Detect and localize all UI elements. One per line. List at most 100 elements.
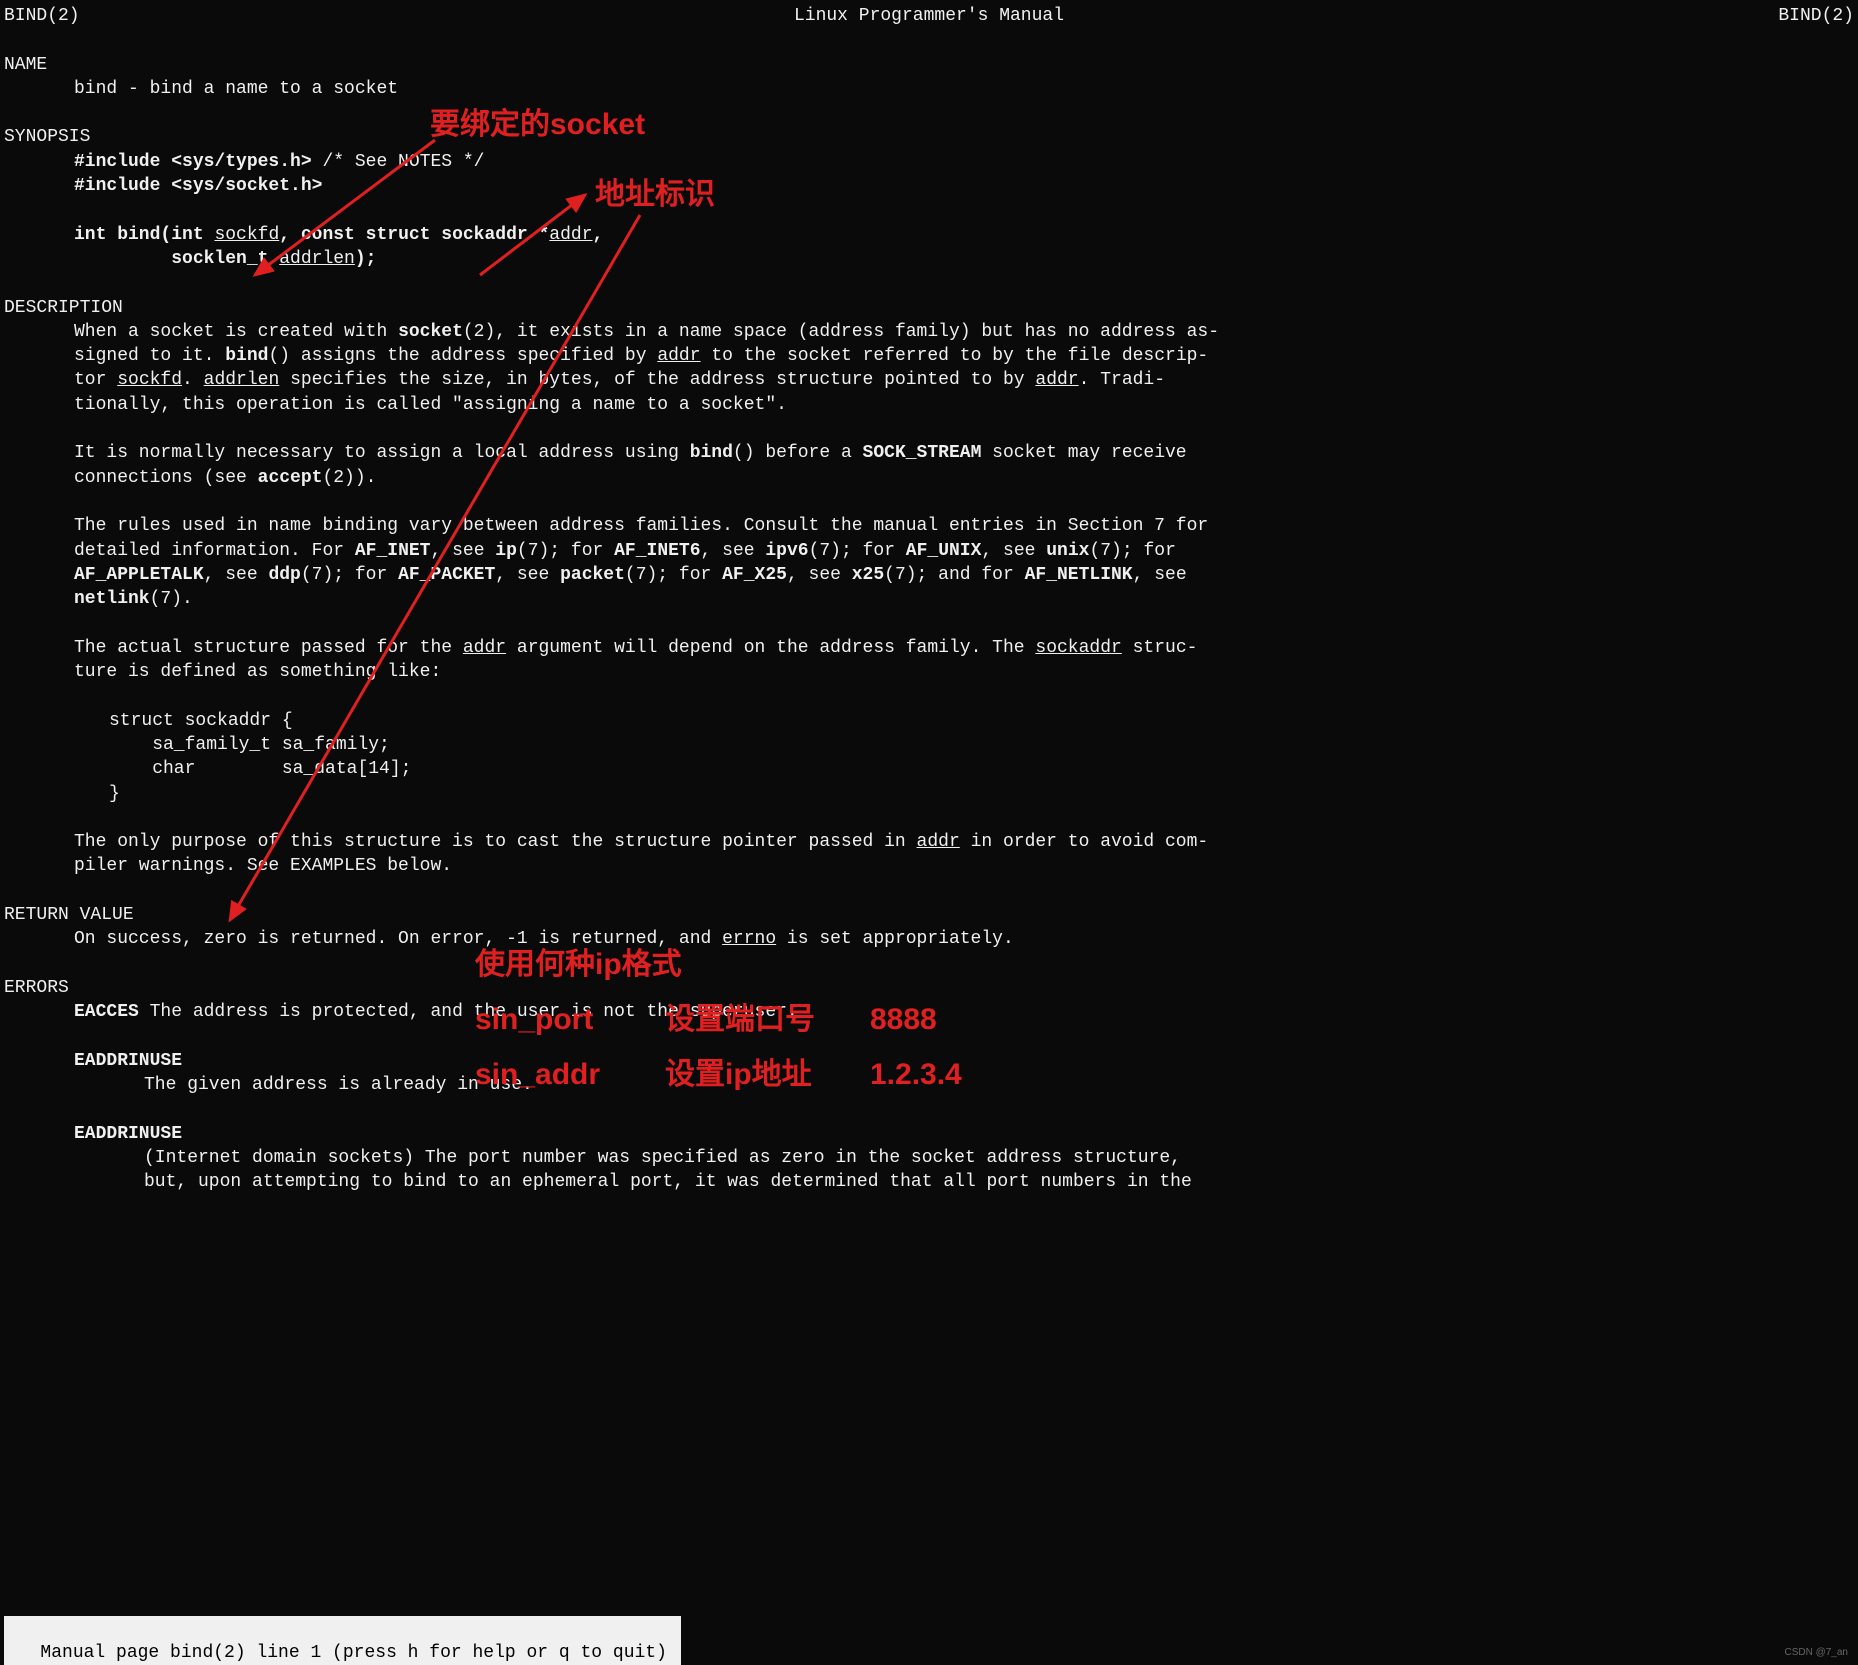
- p3-f: (7); for: [809, 541, 906, 561]
- p3-ipv6: ipv6: [765, 541, 808, 561]
- p3-a: The rules used in name binding vary betw…: [74, 516, 1208, 536]
- p1-b: (2), it exists in a name space (address …: [463, 322, 1219, 342]
- desc-p2: It is normally necessary to assign a loc…: [4, 441, 1854, 490]
- p1-i: . Tradi‐: [1079, 370, 1165, 390]
- p3-afunix: AF_UNIX: [906, 541, 982, 561]
- p3-b: detailed information. For: [74, 541, 355, 561]
- ret-a: On success, zero is returned. On error, …: [74, 929, 722, 949]
- desc-p4: The actual structure passed for the addr…: [4, 636, 1854, 685]
- p3-e: , see: [701, 541, 766, 561]
- header-left: BIND(2): [4, 4, 80, 28]
- p3-afapple: AF_APPLETALK: [74, 565, 204, 585]
- p4-b: argument will depend on the address fami…: [506, 638, 1035, 658]
- struct-line2: sa_family_t sa_family;: [4, 733, 1854, 757]
- p1-addr2: addr: [1035, 370, 1078, 390]
- ret-b: is set appropriately.: [776, 929, 1014, 949]
- struct-line4: }: [4, 782, 1854, 806]
- fn2-post: );: [355, 249, 377, 269]
- inc1-text: #include <sys/types.h>: [74, 152, 312, 172]
- section-name-title: NAME: [4, 53, 1854, 77]
- status-bar[interactable]: Manual page bind(2) line 1 (press h for …: [4, 1616, 681, 1665]
- p1-d: () assigns the address specified by: [268, 346, 657, 366]
- struct-line3: char sa_data[14];: [4, 757, 1854, 781]
- error-eaddr1-label: EADDRINUSE: [4, 1049, 1854, 1073]
- fn-mid: , const struct sockaddr *: [279, 225, 549, 245]
- p3-ip: ip: [495, 541, 517, 561]
- synopsis-include2: #include <sys/socket.h>: [4, 174, 1854, 198]
- p1-c: signed to it.: [74, 346, 225, 366]
- p3-afnetlink: AF_NETLINK: [1025, 565, 1133, 585]
- return-line: On success, zero is returned. On error, …: [4, 927, 1854, 951]
- p5-addr: addr: [917, 832, 960, 852]
- p3-d: (7); for: [517, 541, 614, 561]
- p3-packet: packet: [560, 565, 625, 585]
- p1-g: .: [182, 370, 204, 390]
- error-eaddr2-l2: but, upon attempting to bind to an ephem…: [4, 1170, 1854, 1194]
- p3-c: , see: [430, 541, 495, 561]
- watermark: CSDN @7_an: [1784, 1646, 1848, 1660]
- p3-afx25: AF_X25: [722, 565, 787, 585]
- p5-b: in order to avoid com‐: [960, 832, 1208, 852]
- p1-a: When a socket is created with: [74, 322, 398, 342]
- p3-m: (7); for: [625, 565, 722, 585]
- eacces-label: EACCES: [74, 1002, 139, 1022]
- p2-bind: bind: [690, 443, 733, 463]
- p3-q: (7).: [150, 589, 193, 609]
- p3-netlink: netlink: [74, 589, 150, 609]
- desc-p5: The only purpose of this structure is to…: [4, 830, 1854, 879]
- section-return-title: RETURN VALUE: [4, 903, 1854, 927]
- status-text: Manual page bind(2) line 1 (press h for …: [30, 1643, 667, 1663]
- p3-k: (7); for: [301, 565, 398, 585]
- error-eaddr2-label: EADDRINUSE: [4, 1122, 1854, 1146]
- p5-a: The only purpose of this structure is to…: [74, 832, 917, 852]
- header-center: Linux Programmer's Manual: [794, 4, 1064, 28]
- desc-p1: When a socket is created with socket(2),…: [4, 320, 1854, 417]
- p1-f: tor: [74, 370, 117, 390]
- p4-sockaddr: sockaddr: [1035, 638, 1121, 658]
- fn-sockfd: sockfd: [214, 225, 279, 245]
- cursor-icon: [667, 1643, 677, 1663]
- synopsis-fn-line2: socklen_t addrlen);: [4, 247, 1854, 271]
- p3-j: , see: [204, 565, 269, 585]
- p3-x25: x25: [852, 565, 884, 585]
- p1-sockfd: sockfd: [117, 370, 182, 390]
- p3-l: , see: [495, 565, 560, 585]
- p5-c: piler warnings. See EXAMPLES below.: [74, 856, 452, 876]
- p1-j: tionally, this operation is called "assi…: [74, 395, 787, 415]
- p1-addrlen: addrlen: [204, 370, 280, 390]
- ret-errno: errno: [722, 929, 776, 949]
- eacces-text: The address is protected, and the user i…: [139, 1002, 798, 1022]
- p4-a: The actual structure passed for the: [74, 638, 463, 658]
- man-header: BIND(2) Linux Programmer's Manual BIND(2…: [4, 4, 1854, 28]
- p3-unix: unix: [1046, 541, 1089, 561]
- p2-accept: accept: [258, 468, 323, 488]
- error-eaddr2-l1: (Internet domain sockets) The port numbe…: [4, 1146, 1854, 1170]
- p3-h: (7); for: [1089, 541, 1175, 561]
- error-eaddr1-text: The given address is already in use.: [4, 1073, 1854, 1097]
- p1-h: specifies the size, in bytes, of the add…: [279, 370, 1035, 390]
- p3-ddp: ddp: [268, 565, 300, 585]
- section-errors-title: ERRORS: [4, 976, 1854, 1000]
- p3-g: , see: [981, 541, 1046, 561]
- p2-c: socket may receive: [981, 443, 1186, 463]
- p4-d: ture is defined as something like:: [74, 662, 441, 682]
- p3-n: , see: [787, 565, 852, 585]
- p1-socket: socket: [398, 322, 463, 342]
- inc1-comment: /* See NOTES */: [312, 152, 485, 172]
- p3-p: , see: [1133, 565, 1187, 585]
- p2-d: connections (see: [74, 468, 258, 488]
- fn-pre: int bind(int: [74, 225, 214, 245]
- p2-a: It is normally necessary to assign a loc…: [74, 443, 690, 463]
- fn2-pre: socklen_t: [74, 249, 279, 269]
- p1-bind: bind: [225, 346, 268, 366]
- p3-afinet6: AF_INET6: [614, 541, 700, 561]
- synopsis-include1: #include <sys/types.h> /* See NOTES */: [4, 150, 1854, 174]
- p2-e: (2)).: [322, 468, 376, 488]
- fn-addr: addr: [549, 225, 592, 245]
- fn-addrlen: addrlen: [279, 249, 355, 269]
- section-synopsis-title: SYNOPSIS: [4, 125, 1854, 149]
- synopsis-fn-line1: int bind(int sockfd, const struct sockad…: [4, 223, 1854, 247]
- p3-afpacket: AF_PACKET: [398, 565, 495, 585]
- p2-sock: SOCK_STREAM: [863, 443, 982, 463]
- p2-b: () before a: [733, 443, 863, 463]
